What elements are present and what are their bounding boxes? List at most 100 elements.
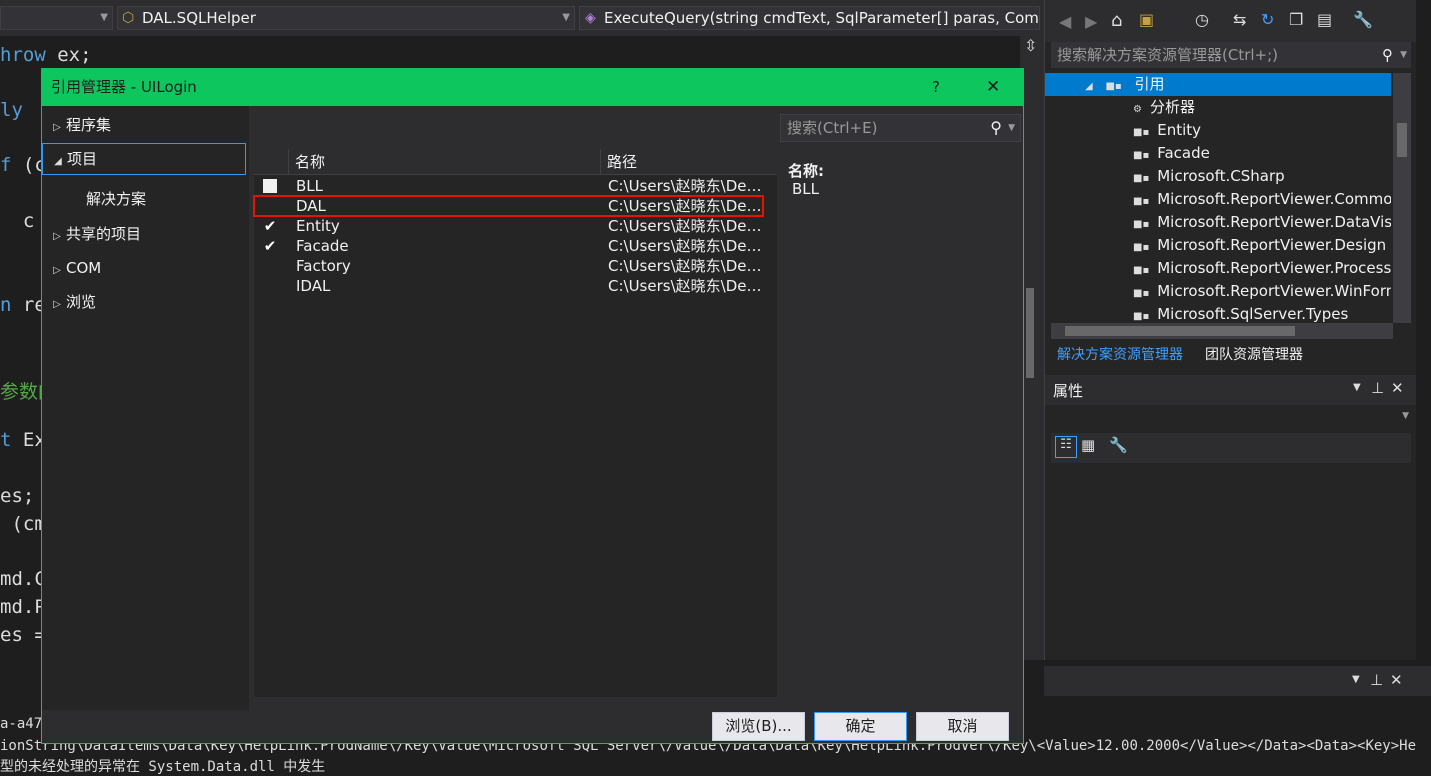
output-close-icon[interactable]: ✕	[1390, 671, 1403, 689]
reference-checkbox[interactable]: ✔	[263, 239, 277, 254]
help-button[interactable]: ?	[932, 69, 940, 106]
method-combo-label: ExecuteQuery(string cmdText, SqlParamete…	[604, 9, 1039, 27]
search-options-icon[interactable]: ▼	[1400, 42, 1407, 68]
analyzer-icon: ⚙	[1133, 104, 1142, 115]
tree-item-label: Facade	[1157, 144, 1210, 162]
tree-item-reference[interactable]: ■▪ Facade	[1045, 142, 1391, 165]
column-header-name[interactable]: 名称	[288, 149, 600, 175]
property-pages-icon[interactable]: ▦	[1081, 436, 1095, 454]
category-1[interactable]: ◢ 项目	[42, 143, 246, 175]
se-hscroll-thumb[interactable]	[1065, 326, 1295, 336]
tree-item-reference[interactable]: ■▪ Microsoft.ReportViewer.Common	[1045, 188, 1391, 211]
class-icon: ⬡	[122, 10, 135, 26]
output-pin-icon[interactable]: ⊥	[1370, 671, 1383, 689]
code-line: c	[0, 210, 35, 232]
properties-title: 属性	[1053, 382, 1084, 400]
search-icon[interactable]: ⚲	[1382, 42, 1393, 68]
forward-icon[interactable]: ▶	[1085, 12, 1097, 31]
method-icon: ◈	[585, 10, 596, 26]
reference-row[interactable]: ✔ Facade C:\Users\赵晓东\Des...	[254, 236, 777, 256]
reference-row[interactable]: BLL C:\Users\赵晓东\Des...	[254, 176, 777, 196]
expander-icon[interactable]: ▷	[48, 255, 66, 287]
tree-item-reference[interactable]: ■▪ Microsoft.ReportViewer.ProcessingObjec…	[1045, 257, 1391, 280]
reference-row[interactable]: Factory C:\Users\赵晓东\Des...	[254, 256, 777, 276]
category-4[interactable]: ▷ COM	[42, 252, 246, 284]
solution-explorer-toolbar: ◀ ▶ ⌂ ▣ ◷ ⇆ ↻ ❐ ▤ 🔧	[1045, 0, 1416, 42]
tab-team-explorer[interactable]: 团队资源管理器	[1199, 342, 1309, 368]
reference-name: Factory	[296, 257, 351, 275]
reference-icon: ■▪	[1133, 196, 1150, 207]
ok-button[interactable]: 确定	[814, 712, 907, 741]
reference-search-input[interactable]: 搜索(Ctrl+E) ⚲ ▼	[780, 114, 1021, 142]
properties-object-select[interactable]: ▼	[1051, 407, 1411, 431]
tree-item-reference[interactable]: ■▪ Microsoft.CSharp	[1045, 165, 1391, 188]
method-combo[interactable]: ◈ ExecuteQuery(string cmdText, SqlParame…	[579, 6, 1040, 30]
reference-icon: ■▪	[1105, 81, 1122, 92]
collapse-all-icon[interactable]: ❐	[1289, 10, 1303, 29]
reference-path: C:\Users\赵晓东\Des...	[608, 237, 768, 255]
reference-checkbox[interactable]: ✔	[263, 219, 277, 234]
browse-button[interactable]: 浏览(B)...	[712, 712, 805, 741]
search-options-icon[interactable]: ▼	[1008, 115, 1015, 141]
object-select-arrow: ▼	[1402, 411, 1409, 421]
column-header-path[interactable]: 路径	[600, 149, 777, 175]
dialog-close-button[interactable]: ✕	[986, 69, 1000, 106]
expander-icon[interactable]: ▷	[48, 289, 66, 321]
editor-navigation-bar: ▼ ⬡ DAL.SQLHelper ▼ ◈ ExecuteQuery(string…	[0, 0, 1044, 36]
tab-solution-explorer[interactable]: 解决方案资源管理器	[1051, 342, 1189, 368]
reference-checkbox[interactable]	[263, 179, 277, 193]
category-5[interactable]: ▷ 浏览	[42, 286, 246, 318]
pending-changes-icon[interactable]: ◷	[1195, 10, 1209, 29]
reference-manager-dialog: 引用管理器 - UILogin ? ✕ ▷ 程序集 ◢ 项目 解决方案 ▷ 共享的项目 ▷ CO…	[41, 68, 1024, 744]
tree-item-reference[interactable]: ■▪ Entity	[1045, 119, 1391, 142]
expander-icon[interactable]: ◢	[49, 147, 67, 177]
tree-item-reference[interactable]: ■▪ Microsoft.ReportViewer.Design	[1045, 234, 1391, 257]
sync-active-icon[interactable]: ⇆	[1233, 10, 1246, 29]
pin-icon[interactable]: ⊥	[1371, 379, 1384, 397]
reference-row[interactable]: ✔ Entity C:\Users\赵晓东\Des...	[254, 216, 777, 236]
refresh-icon[interactable]: ↻	[1261, 10, 1274, 29]
code-line: es =	[0, 624, 46, 646]
properties-wrench-icon[interactable]: 🔧	[1109, 436, 1128, 454]
dropdown-icon[interactable]: ▼	[1353, 382, 1361, 393]
home-icon[interactable]: ⌂	[1111, 10, 1122, 31]
project-combo[interactable]: ▼	[0, 6, 113, 30]
category-0[interactable]: ▷ 程序集	[42, 109, 246, 141]
tree-item-reference[interactable]: ⚙ 分析器	[1045, 96, 1391, 119]
reference-icon: ■▪	[1133, 265, 1150, 276]
checkbox-column-header	[254, 149, 288, 175]
reference-path: C:\Users\赵晓东\Des...	[608, 217, 768, 235]
expander-icon[interactable]: ▷	[48, 112, 66, 144]
reference-row[interactable]: IDAL C:\Users\赵晓东\Des...	[254, 276, 777, 296]
solution-explorer-search-input[interactable]: 搜索解决方案资源管理器(Ctrl+;) ⚲ ▼	[1051, 42, 1411, 68]
tree-item-reference[interactable]: ■▪ Microsoft.ReportViewer.DataVisualizati…	[1045, 211, 1391, 234]
scroll-thumb[interactable]	[1026, 288, 1034, 378]
search-icon[interactable]: ⚲	[990, 115, 1002, 141]
class-combo[interactable]: ⬡ DAL.SQLHelper ▼	[117, 6, 575, 30]
tree-item-references[interactable]: ◢ ■▪ 引用	[1045, 73, 1391, 96]
expander-icon[interactable]: ▷	[48, 221, 66, 253]
se-scroll-thumb[interactable]	[1397, 123, 1407, 157]
properties-panel: 属性 ▼ ⊥ ✕ ▼ ☷ ▦ 🔧	[1044, 375, 1416, 660]
reference-categories: ▷ 程序集 ◢ 项目解决方案 ▷ 共享的项目 ▷ COM ▷ 浏览	[42, 106, 249, 710]
split-icon[interactable]: ⇳	[1024, 36, 1037, 55]
category-3[interactable]: ▷ 共享的项目	[42, 218, 246, 250]
properties-toolbar: ☷ ▦ 🔧	[1051, 433, 1411, 463]
properties-wrench-icon[interactable]: 🔧	[1353, 10, 1373, 29]
output-dropdown-icon[interactable]: ▼	[1352, 674, 1360, 685]
row-highlight-box	[253, 195, 764, 217]
tree-item-label: Microsoft.ReportViewer.ProcessingObjectM…	[1157, 259, 1391, 277]
tree-item-reference[interactable]: ■▪ Microsoft.ReportViewer.WinForms	[1045, 280, 1391, 303]
categorized-icon[interactable]: ☷	[1055, 436, 1077, 458]
category-2[interactable]: 解决方案	[42, 183, 246, 215]
show-all-files-icon[interactable]: ▤	[1317, 10, 1332, 29]
sync-icon[interactable]: ▣	[1139, 10, 1154, 29]
se-vertical-scrollbar[interactable]	[1393, 73, 1411, 323]
close-icon[interactable]: ✕	[1391, 379, 1404, 397]
tree-item-label: Microsoft.ReportViewer.DataVisualization	[1157, 213, 1391, 231]
tree-item-label: Microsoft.SqlServer.Types	[1157, 305, 1349, 323]
se-horizontal-scrollbar[interactable]	[1051, 323, 1393, 339]
code-line: md.C	[0, 568, 46, 590]
back-icon[interactable]: ◀	[1059, 12, 1071, 31]
cancel-button[interactable]: 取消	[916, 712, 1009, 741]
